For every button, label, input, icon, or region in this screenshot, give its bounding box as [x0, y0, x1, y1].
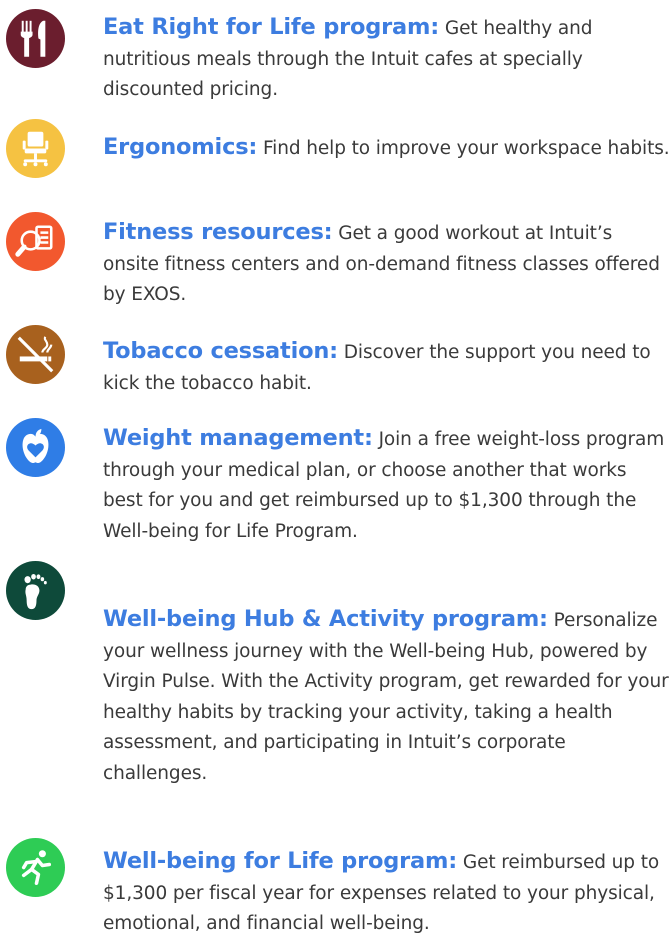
running-person-icon: [6, 838, 65, 897]
benefit-title: Ergonomics:: [103, 134, 258, 160]
benefit-body: Find help to improve your workspace habi…: [262, 138, 670, 159]
benefit-text: Ergonomics: Find help to improve your wo…: [103, 132, 670, 165]
benefit-title: Eat Right for Life program:: [103, 14, 440, 40]
benefit-title: Weight management:: [103, 425, 373, 451]
fork-knife-icon: [6, 9, 65, 68]
benefit-text: Fitness resources: Get a good workout at…: [103, 217, 670, 311]
no-smoking-icon: [6, 325, 65, 384]
benefit-title: Fitness resources:: [103, 219, 333, 245]
footprint-icon: [6, 561, 65, 620]
benefit-title: Well-being for Life program:: [103, 848, 458, 874]
fitness-checklist-icon: [6, 212, 65, 271]
benefit-text: Well-being Hub & Activity program: Perso…: [103, 604, 670, 789]
benefit-title: Tobacco cessation:: [103, 338, 338, 364]
benefit-text: Eat Right for Life program: Get healthy …: [103, 12, 670, 106]
benefit-body: Personalize your wellness journey with t…: [103, 610, 669, 784]
benefit-text: Tobacco cessation: Discover the support …: [103, 336, 670, 399]
benefit-text: Well-being for Life program: Get reimbur…: [103, 846, 670, 940]
benefit-text: Weight management: Join a free weight-lo…: [103, 423, 670, 547]
office-chair-icon: [6, 119, 65, 178]
apple-heart-icon: [6, 418, 65, 477]
benefit-title: Well-being Hub & Activity program:: [103, 606, 548, 632]
